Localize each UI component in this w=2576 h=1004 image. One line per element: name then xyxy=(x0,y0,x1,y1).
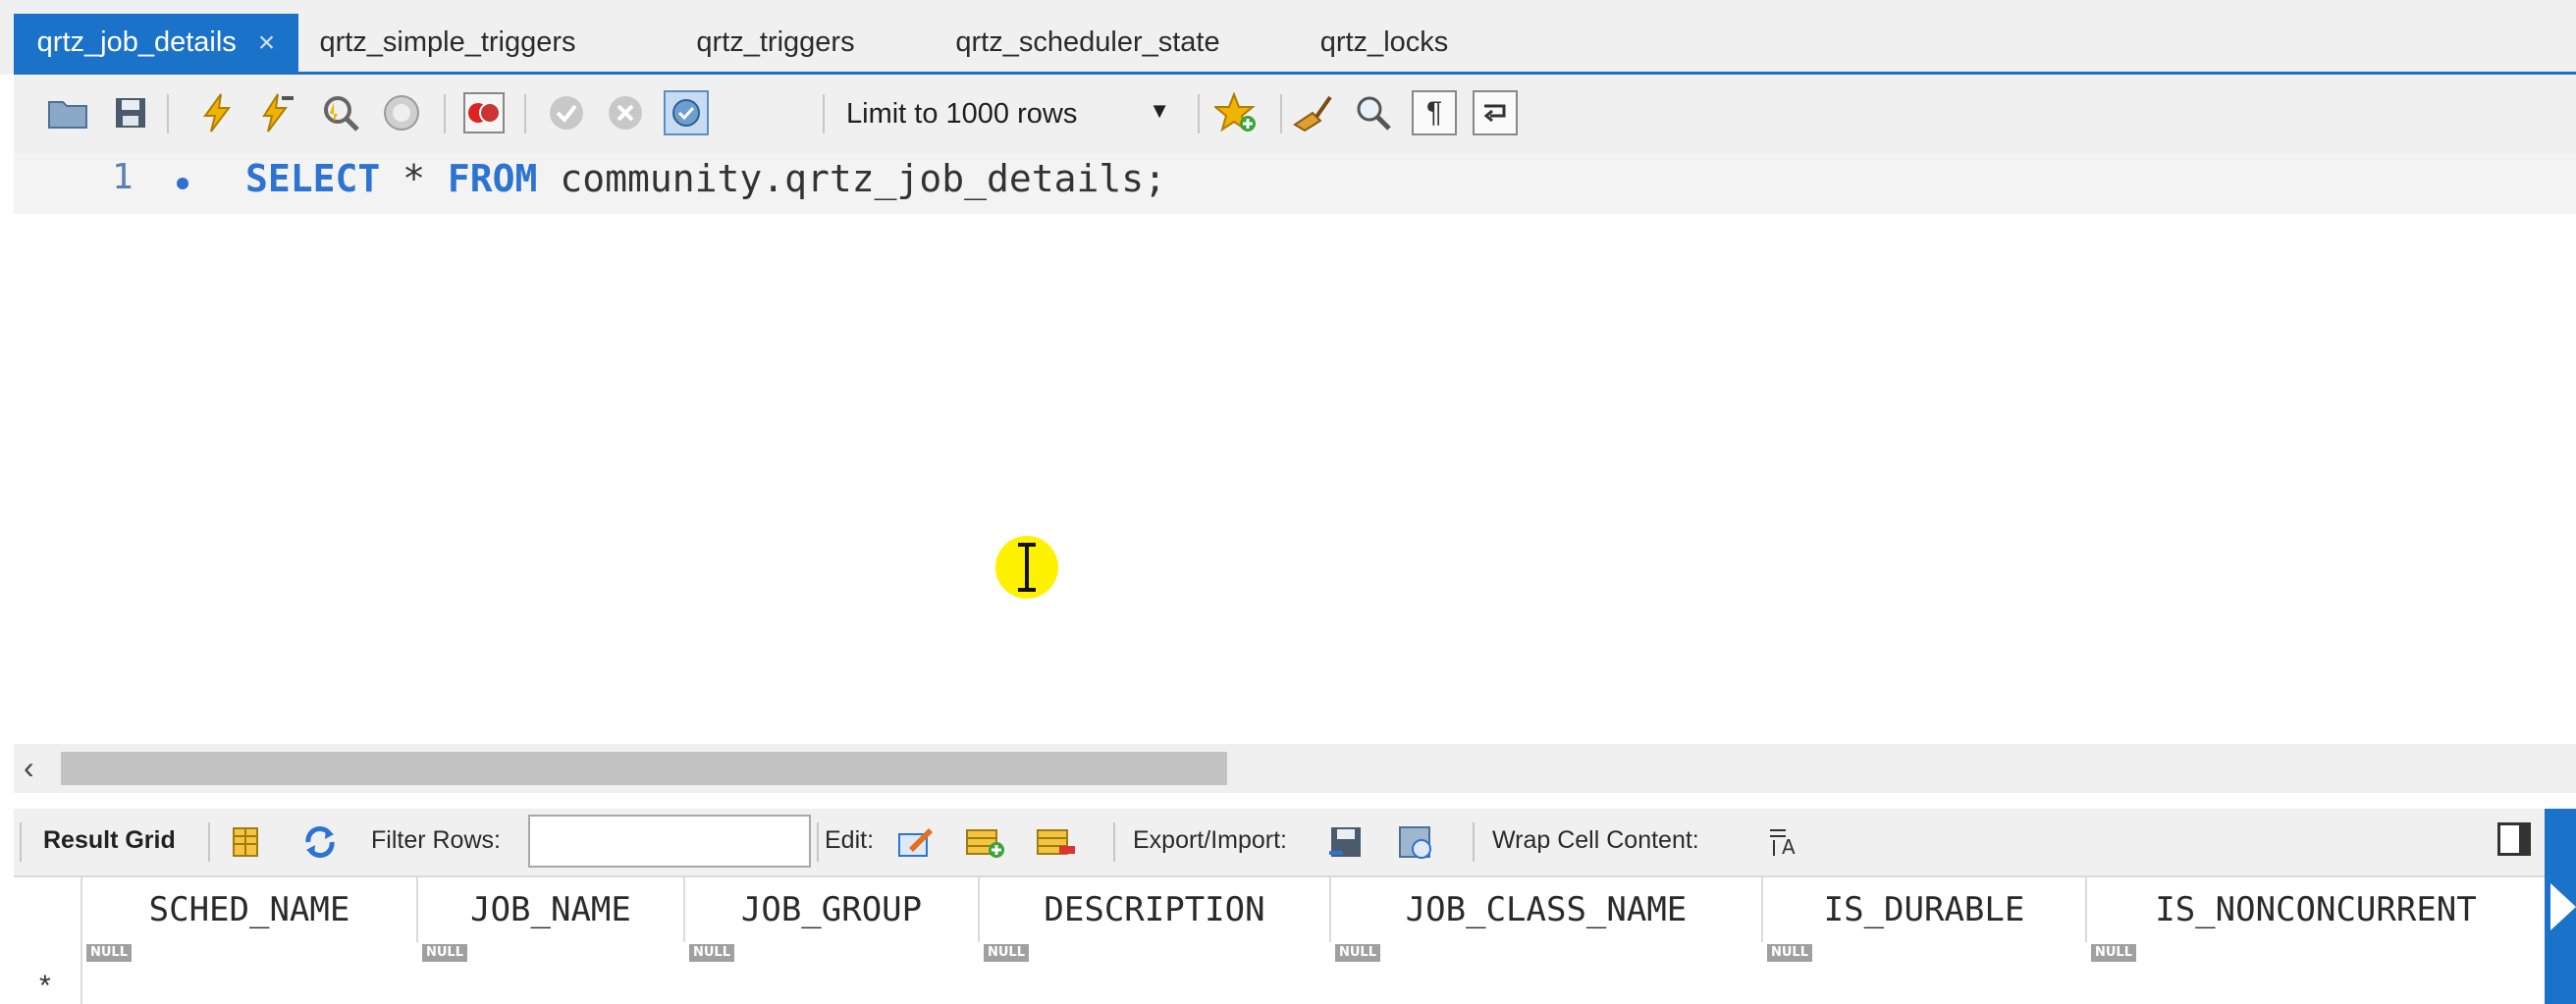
limit-rows-label: Limit to 1000 rows xyxy=(846,97,1078,130)
open-folder-icon[interactable] xyxy=(45,90,90,135)
column-header-is-nonconcurrent[interactable]: IS_NONCONCURRENT xyxy=(2087,877,2545,942)
add-row-icon[interactable] xyxy=(964,820,1007,864)
null-badge[interactable]: NULL xyxy=(689,944,735,962)
close-icon[interactable]: × xyxy=(258,26,276,60)
null-badge[interactable]: NULL xyxy=(1767,944,1813,962)
null-badge[interactable]: NULL xyxy=(422,944,468,962)
scroll-left-arrow-icon[interactable]: ‹ xyxy=(24,750,34,786)
column-header-is-durable[interactable]: IS_DURABLE xyxy=(1763,877,2087,942)
export-icon[interactable] xyxy=(1325,820,1368,864)
sql-editor-toolbar: Limit to 1000 rows ▼ ¶ xyxy=(14,75,2576,153)
stop-icon[interactable] xyxy=(379,90,424,135)
export-import-label: Export/Import: xyxy=(1133,826,1287,854)
tab-label: qrtz_job_details xyxy=(36,26,237,58)
filter-rows-label: Filter Rows: xyxy=(371,826,501,854)
tab-qrtz-job-details[interactable]: qrtz_job_details × xyxy=(14,14,298,72)
save-icon[interactable] xyxy=(108,90,153,135)
new-row-marker: * xyxy=(39,970,51,1002)
sql-table-ref: community.qrtz_job_details; xyxy=(537,157,1167,200)
filter-rows-input[interactable] xyxy=(528,815,811,868)
rollback-x-icon[interactable] xyxy=(603,90,648,135)
side-panel-tab[interactable] xyxy=(2545,809,2576,1004)
editor-horizontal-scrollbar[interactable]: ‹ xyxy=(14,744,2576,793)
null-badge[interactable]: NULL xyxy=(984,944,1030,962)
line-number: 1 xyxy=(112,157,134,197)
beautify-broom-icon[interactable] xyxy=(1290,90,1335,135)
refresh-icon[interactable] xyxy=(298,820,342,864)
column-header-sched-name[interactable]: SCHED_NAME xyxy=(82,877,418,942)
null-badge[interactable]: NULL xyxy=(1335,944,1381,962)
import-icon[interactable] xyxy=(1394,820,1437,864)
tab-label: qrtz_scheduler_state xyxy=(955,26,1220,58)
column-header-description[interactable]: DESCRIPTION xyxy=(980,877,1331,942)
tab-label: qrtz_simple_triggers xyxy=(319,26,576,58)
grid-view-icon[interactable] xyxy=(224,820,267,864)
mysql-workbench-window: qrtz_job_details × qrtz_simple_triggers … xyxy=(0,0,2576,1004)
commit-check-icon[interactable] xyxy=(544,90,589,135)
chevron-down-icon: ▼ xyxy=(1149,98,1170,123)
explain-magnifier-icon[interactable] xyxy=(318,90,363,135)
null-badge[interactable]: NULL xyxy=(86,944,133,962)
edit-pencil-icon[interactable] xyxy=(893,820,937,864)
wrap-cell-toggle-icon[interactable]: A xyxy=(1761,820,1804,864)
svg-text:A: A xyxy=(1782,835,1796,858)
sql-star: * xyxy=(380,157,448,200)
column-header-job-name[interactable]: JOB_NAME xyxy=(418,877,685,942)
sql-keyword-from: FROM xyxy=(447,157,538,200)
column-header-job-class-name[interactable]: JOB_CLASS_NAME xyxy=(1331,877,1763,942)
delete-row-icon[interactable] xyxy=(1035,820,1078,864)
tab-qrtz-simple-triggers[interactable]: qrtz_simple_triggers xyxy=(310,14,585,72)
tab-qrtz-triggers[interactable]: qrtz_triggers xyxy=(648,14,903,72)
wrap-lines-icon[interactable] xyxy=(1473,90,1518,135)
tab-qrtz-locks[interactable]: qrtz_locks xyxy=(1276,14,1492,72)
sql-statement[interactable]: SELECT * FROM community.qrtz_job_details… xyxy=(245,157,1166,200)
wrap-cell-content-label: Wrap Cell Content: xyxy=(1492,826,1699,854)
tab-label: qrtz_triggers xyxy=(696,26,855,58)
column-header-job-group[interactable]: JOB_GROUP xyxy=(685,877,980,942)
statement-marker-dot xyxy=(177,178,188,189)
edit-label: Edit: xyxy=(825,826,875,854)
null-badge[interactable]: NULL xyxy=(2091,944,2137,962)
expand-arrow-icon xyxy=(2550,883,2576,930)
autocommit-toggle-icon[interactable] xyxy=(664,90,709,135)
scrollbar-thumb[interactable] xyxy=(61,752,1227,785)
tab-label: qrtz_locks xyxy=(1319,26,1449,58)
text-cursor-icon xyxy=(1018,543,1036,592)
invisible-chars-pilcrow-icon[interactable]: ¶ xyxy=(1412,90,1457,135)
result-grid-label[interactable]: Result Grid xyxy=(43,826,176,855)
result-grid[interactable]: SCHED_NAME JOB_NAME JOB_GROUP DESCRIPTIO… xyxy=(14,875,2545,1004)
execute-lightning-icon[interactable] xyxy=(194,90,240,135)
query-tab-bar: qrtz_job_details × qrtz_simple_triggers … xyxy=(0,0,2576,75)
toggle-side-panel-icon[interactable] xyxy=(2497,822,2531,856)
result-toolbar: Result Grid Filter Rows: Edit: Export/Im… xyxy=(14,809,2562,875)
sql-editor[interactable]: 1 SELECT * FROM community.qrtz_job_detai… xyxy=(14,153,2576,742)
find-magnifier-icon[interactable] xyxy=(1351,90,1396,135)
sql-keyword-select: SELECT xyxy=(245,157,381,200)
tab-qrtz-scheduler-state[interactable]: qrtz_scheduler_state xyxy=(931,14,1245,72)
toggle-error-icon[interactable] xyxy=(461,90,507,135)
execute-current-statement-icon[interactable] xyxy=(255,90,300,135)
add-snippet-star-icon[interactable] xyxy=(1213,90,1259,135)
limit-rows-select[interactable]: Limit to 1000 rows ▼ xyxy=(846,92,1180,135)
